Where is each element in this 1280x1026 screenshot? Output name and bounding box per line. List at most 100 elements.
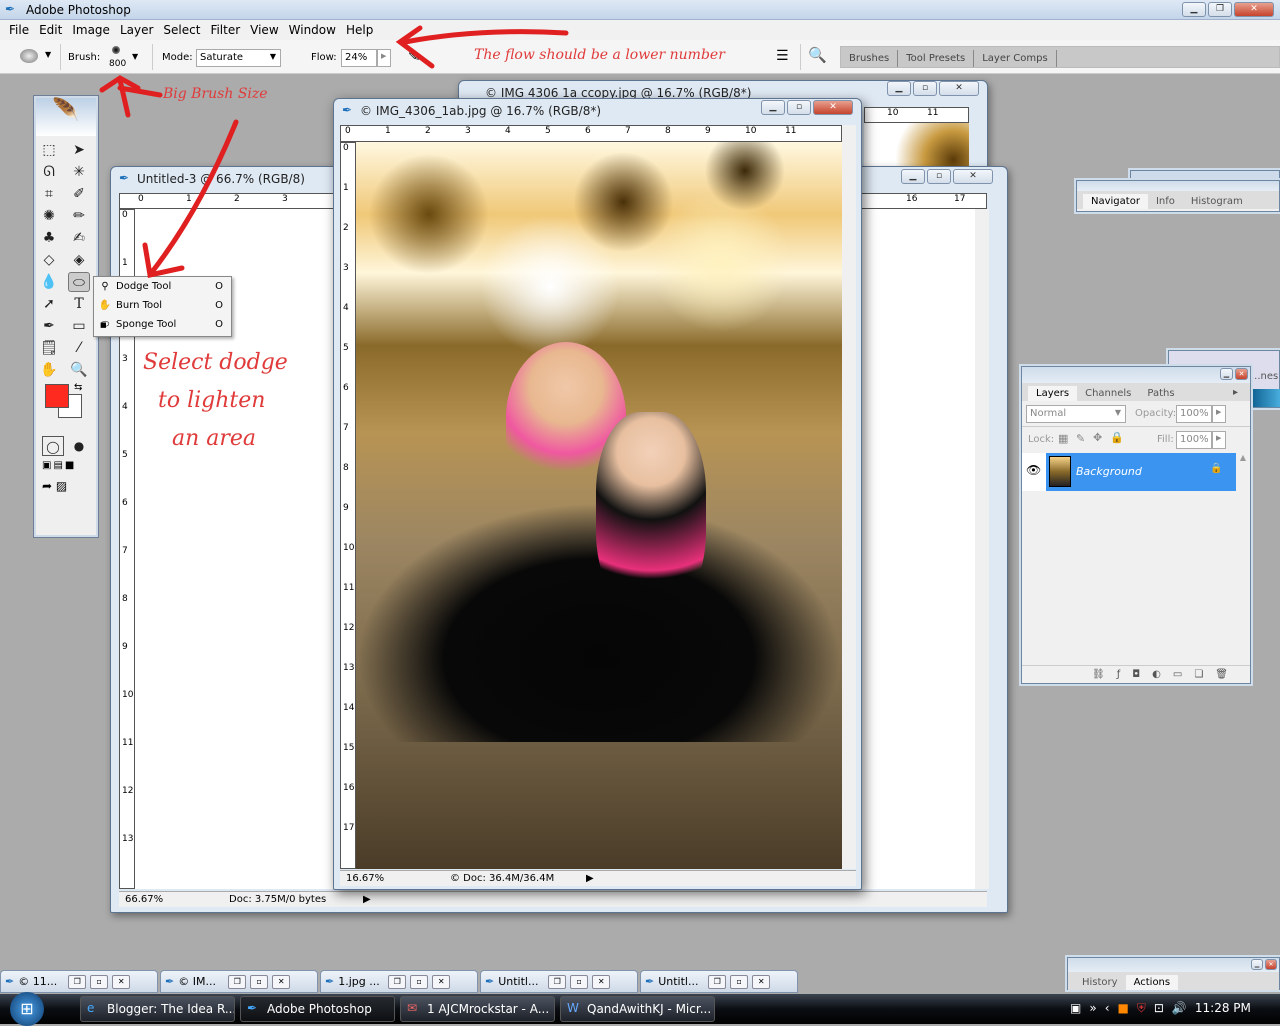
minimize-button[interactable]: ▁ (901, 169, 925, 184)
move-tool-icon[interactable]: ➤ (68, 140, 90, 160)
menu-view[interactable]: View (245, 20, 283, 40)
opacity-slider-button[interactable]: ▶ (1212, 405, 1226, 423)
flow-input[interactable]: 24% (341, 49, 377, 67)
healing-brush-icon[interactable]: ✺ (38, 206, 60, 226)
taskbar-item-photoshop[interactable]: ✒ Adobe Photoshop (240, 996, 395, 1022)
taskbar-item-ajcmrockstar[interactable]: ✉ 1 AJCMrockstar - A... (400, 996, 555, 1022)
menu-item-sponge-tool[interactable]: ■ ⬭ Sponge Tool O (94, 315, 231, 334)
layer-style-icon[interactable]: ƒ (1117, 669, 1121, 680)
chevron-down-icon[interactable]: ▼ (45, 50, 51, 59)
layer-name[interactable]: Background (1076, 465, 1142, 478)
layers-scrollbar[interactable]: ▲ (1236, 453, 1250, 663)
minimize-button[interactable]: ▁ (887, 81, 911, 96)
eyedropper-icon[interactable]: ⁄ (68, 338, 90, 358)
mode-select[interactable]: Saturate ▼ (196, 49, 281, 67)
taskbar-item-blogger[interactable]: e Blogger: The Idea R... (80, 996, 235, 1022)
menu-edit[interactable]: Edit (34, 20, 67, 40)
screen-mode-standard-icon[interactable]: ▣ (42, 460, 51, 471)
lock-position-icon[interactable]: ✥ (1093, 431, 1102, 444)
hand-tool-icon[interactable]: ✋ (38, 360, 60, 380)
panel-menu-icon[interactable]: ▸ (1225, 385, 1246, 400)
status-menu-arrow-icon[interactable]: ▶ (363, 894, 371, 905)
paint-bucket-icon[interactable]: ◈ (68, 250, 90, 270)
brush-picker-chevron-icon[interactable]: ▼ (132, 52, 138, 61)
standard-mode-icon[interactable]: ◯ (42, 436, 64, 456)
brush-preview-icon[interactable] (112, 46, 120, 54)
minimized-window[interactable]: ✒ Untitl... ❐ ▫ ✕ (640, 970, 798, 993)
taskbar-item-word[interactable]: W QandAwithKJ - Micr... (560, 996, 715, 1022)
lock-transparency-icon[interactable]: ▦ (1058, 432, 1068, 445)
close-button[interactable]: ✕ (112, 974, 131, 989)
vertical-scrollbar[interactable] (842, 125, 856, 869)
document-window-main[interactable]: ✒ © IMG_4306_1ab.jpg @ 16.7% (RGB/8*) ▁ ▫… (333, 98, 862, 890)
tab-paths[interactable]: Paths (1139, 386, 1182, 401)
maximize-button[interactable]: ▫ (90, 974, 109, 989)
link-layers-icon[interactable]: ⛓ (1092, 669, 1105, 680)
network-icon[interactable]: ⊡ (1154, 1001, 1164, 1016)
minimize-button[interactable]: ▁ (761, 100, 785, 115)
sponge-tool-preset-icon[interactable] (20, 49, 38, 63)
menu-help[interactable]: Help (341, 20, 378, 40)
minimized-window[interactable]: ✒ © IM... ❐ ▫ ✕ (160, 970, 318, 993)
start-button[interactable]: ⊞ (10, 992, 44, 1026)
restore-button[interactable]: ❐ (1208, 2, 1232, 17)
close-button[interactable]: ✕ (432, 974, 451, 989)
file-browser-icon[interactable]: 🔍 (808, 46, 827, 64)
restore-button[interactable]: ❐ (68, 974, 87, 989)
maximize-button[interactable]: ▫ (570, 974, 589, 989)
eraser-tool-icon[interactable]: ◇ (38, 250, 60, 270)
close-button[interactable]: ✕ (272, 974, 291, 989)
maximize-button[interactable]: ▫ (730, 974, 749, 989)
well-tab-layer-comps[interactable]: Layer Comps (974, 50, 1057, 67)
airbrush-icon[interactable]: ✎ (408, 47, 421, 65)
tab-navigator[interactable]: Navigator (1083, 194, 1148, 209)
path-selection-icon[interactable]: ➚ (38, 294, 60, 314)
maximize-button[interactable]: ▫ (787, 100, 811, 115)
sponge-tool-icon[interactable]: ⬭ (68, 272, 90, 292)
fill-input[interactable]: 100% (1176, 431, 1212, 449)
clone-stamp-icon[interactable]: ♣ (38, 228, 60, 248)
zoom-level[interactable]: 16.67% (346, 873, 384, 884)
panel-close-button[interactable]: ✕ (1235, 368, 1248, 380)
adjustment-layer-icon[interactable]: ◐ (1152, 669, 1161, 680)
zoom-level[interactable]: 66.67% (125, 894, 163, 905)
close-button[interactable]: ✕ (1234, 2, 1274, 17)
quick-mask-icon[interactable]: ● (68, 436, 90, 456)
menu-file[interactable]: File (4, 20, 34, 40)
panel-close-button[interactable]: ✕ (1265, 959, 1277, 970)
lock-image-icon[interactable]: ✎ (1076, 432, 1085, 445)
tab-channels[interactable]: Channels (1077, 386, 1139, 401)
desktop-icon[interactable]: ▣ (1070, 1001, 1081, 1016)
menu-window[interactable]: Window (284, 20, 341, 40)
lock-all-icon[interactable]: 🔒 (1110, 431, 1124, 444)
tab-actions[interactable]: Actions (1125, 975, 1179, 990)
close-button[interactable]: ✕ (752, 974, 771, 989)
tab-info[interactable]: Info (1148, 194, 1183, 209)
pencil-tool-icon[interactable]: ✏ (68, 206, 90, 226)
minimize-button[interactable]: ▁ (1182, 2, 1206, 17)
lasso-tool-icon[interactable]: ᘏ (38, 162, 60, 182)
flow-slider-button[interactable]: ▶ (377, 49, 391, 67)
minimized-window[interactable]: ✒ 1.jpg ... ❐ ▫ ✕ (320, 970, 478, 993)
maximize-button[interactable]: ▫ (927, 169, 951, 184)
tab-histogram[interactable]: Histogram (1183, 194, 1251, 209)
layer-mask-icon[interactable]: ◘ (1132, 669, 1140, 680)
screen-mode-full-icon[interactable]: ■ (65, 460, 74, 471)
close-button[interactable]: ✕ (592, 974, 611, 989)
restore-button[interactable]: ❐ (228, 974, 247, 989)
fill-slider-button[interactable]: ▶ (1212, 431, 1226, 449)
tray-app-icon[interactable]: ■ (1118, 1001, 1129, 1016)
visibility-eye-icon[interactable]: 👁 (1026, 463, 1041, 477)
magic-wand-icon[interactable]: ✳ (68, 162, 90, 182)
crop-tool-icon[interactable]: ⌗ (38, 184, 60, 204)
close-button[interactable]: ✕ (939, 81, 979, 96)
menu-select[interactable]: Select (158, 20, 205, 40)
panel-minimize-button[interactable]: ▁ (1251, 959, 1263, 970)
feather-logo-icon[interactable]: 🪶 (36, 98, 96, 136)
blend-mode-select[interactable]: Normal ▼ (1026, 405, 1126, 423)
close-button[interactable]: ✕ (813, 100, 853, 115)
foreground-color-swatch[interactable] (45, 384, 69, 408)
shield-icon[interactable]: ⛨ (1137, 1001, 1146, 1016)
opacity-input[interactable]: 100% (1176, 405, 1212, 423)
new-layer-icon[interactable]: ❏ (1194, 669, 1203, 680)
